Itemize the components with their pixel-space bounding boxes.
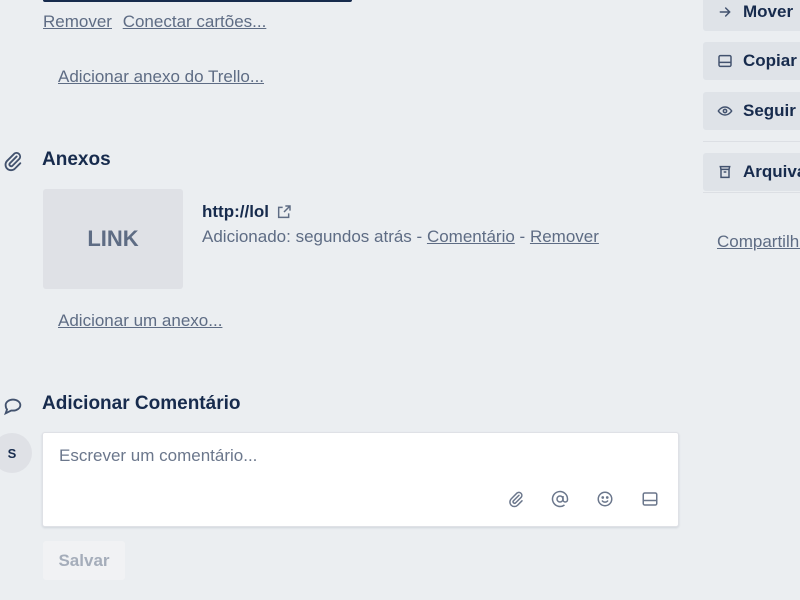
archive-icon <box>716 163 734 181</box>
thumbnail-label: LINK <box>87 226 139 251</box>
attachment-separator: - <box>519 227 526 246</box>
move-label: Mover <box>743 2 794 21</box>
archive-label: Arquivar <box>743 162 800 181</box>
remove-link[interactable]: Remover <box>43 12 112 31</box>
mention-icon[interactable] <box>550 489 570 509</box>
sidebar-divider <box>703 192 800 193</box>
copy-label: Copiar <box>743 51 797 70</box>
save-button[interactable]: Salvar <box>43 541 125 580</box>
share-link[interactable]: Compartilhar <box>717 232 800 252</box>
attachment-remove-link[interactable]: Remover <box>530 227 599 246</box>
checklist-links: Remover Conectar cartões... <box>43 12 272 32</box>
attachment-name[interactable]: http://lol <box>202 202 292 222</box>
archive-button[interactable]: Arquivar <box>703 153 800 191</box>
connect-cards-link[interactable]: Conectar cartões... <box>123 12 267 31</box>
attachments-title: Anexos <box>42 149 111 170</box>
attachment-name-text[interactable]: http://lol <box>202 202 269 222</box>
attachment-comment-link[interactable]: Comentário <box>427 227 515 246</box>
card-copy-icon <box>716 52 734 70</box>
add-comment-title: Adicionar Comentário <box>42 393 241 414</box>
attachment-meta: Adicionado: segundos atrás - Comentário … <box>202 227 599 247</box>
comment-box[interactable] <box>42 432 679 527</box>
comment-input[interactable] <box>57 445 661 467</box>
arrow-right-icon <box>716 3 734 21</box>
attachment-icon[interactable] <box>506 489 526 509</box>
sidebar-divider <box>703 141 800 142</box>
move-button[interactable]: Mover <box>703 0 800 31</box>
copy-button[interactable]: Copiar <box>703 42 800 80</box>
attachment-added-text: Adicionado: segundos atrás - <box>202 227 423 246</box>
paperclip-icon <box>2 150 24 172</box>
avatar[interactable]: S <box>0 433 32 473</box>
add-trello-attachment-link[interactable]: Adicionar anexo do Trello... <box>58 67 264 87</box>
checklist-item-bar <box>43 0 352 2</box>
comment-icon <box>2 395 24 417</box>
add-attachment-link[interactable]: Adicionar um anexo... <box>58 311 222 331</box>
eye-icon <box>716 102 734 120</box>
watch-button[interactable]: Seguir <box>703 92 800 130</box>
watch-label: Seguir <box>743 101 796 120</box>
card-icon[interactable] <box>640 489 660 509</box>
external-link-icon[interactable] <box>276 204 292 220</box>
attachment-thumbnail[interactable]: LINK <box>43 189 183 289</box>
emoji-icon[interactable] <box>595 489 615 509</box>
